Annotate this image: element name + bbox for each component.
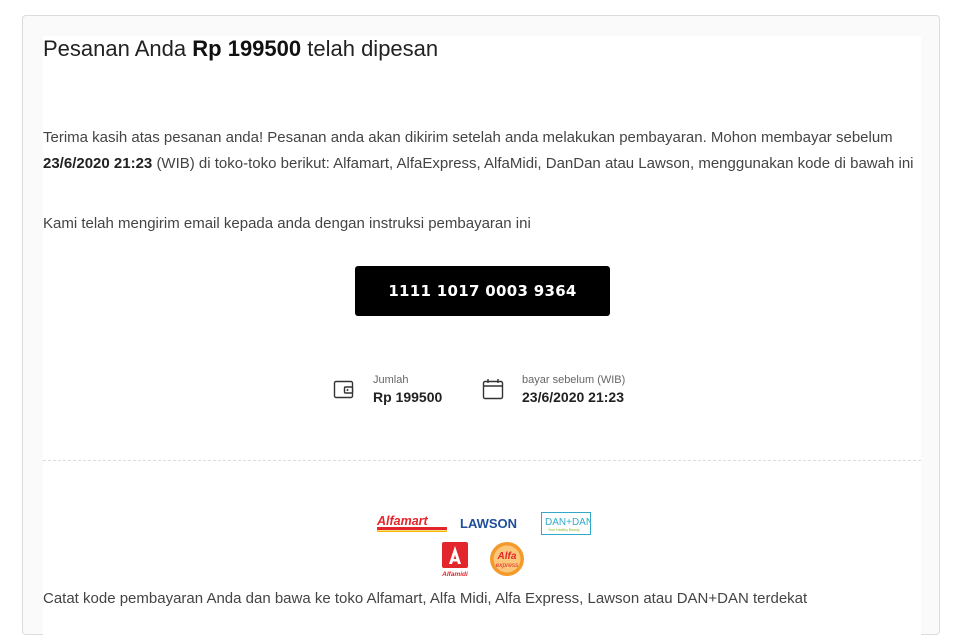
svg-text:Alfamidi: Alfamidi [441,571,468,578]
svg-text:express: express [496,562,520,569]
svg-text:DAN+DAN: DAN+DAN [545,517,590,528]
page-title: Pesanan Anda Rp 199500 telah dipesan [43,36,438,62]
svg-text:Alfa: Alfa [497,551,517,562]
payment-code-box[interactable]: 1111 1017 0003 9364 [355,266,610,316]
svg-text:Alfamart: Alfamart [376,514,429,528]
amount-summary: Jumlah Rp 199500 [333,374,463,408]
payment-instructions: Terima kasih atas pesanan anda! Pesanan … [43,125,921,177]
alfa-express-logo: Alfa express [489,540,525,578]
amount-label: Jumlah [373,374,409,386]
instructions-deadline: 23/6/2020 21:23 [43,155,153,172]
email-note: Kami telah mengirim email kepada anda de… [43,215,531,232]
alfamart-logo: Alfamart [376,514,448,534]
calendar-icon [482,379,504,400]
deadline-summary: bayar sebelum (WIB) 23/6/2020 21:23 [482,374,642,408]
svg-text:Your Healthy Beauty: Your Healthy Beauty [548,528,580,532]
lawson-logo: LAWSON [459,514,531,534]
svg-text:LAWSON: LAWSON [460,516,517,531]
deadline-label: bayar sebelum (WIB) [522,374,626,386]
amount-value: Rp 199500 [373,389,443,405]
alfamidi-logo: Alfamidi [440,541,470,579]
dandan-logo: DAN+DAN Your Healthy Beauty [541,512,593,535]
instructions-suffix: (WIB) di toko-toko berikut: Alfamart, Al… [156,155,914,172]
deadline-value: 23/6/2020 21:23 [522,389,624,405]
title-prefix: Pesanan Anda [43,36,187,61]
footer-note: Catat kode pembayaran Anda dan bawa ke t… [43,590,808,607]
section-divider [43,460,921,461]
payment-code[interactable]: 1111 1017 0003 9364 [388,282,576,300]
wallet-icon [333,380,354,399]
title-amount: Rp 199500 [192,36,302,61]
order-confirmation-content: Pesanan Anda Rp 199500 telah dipesan Ter… [43,36,921,636]
title-suffix: telah dipesan [307,36,439,61]
order-confirmation-card: Pesanan Anda Rp 199500 telah dipesan Ter… [22,15,940,636]
instructions-prefix: Terima kasih atas pesanan anda! Pesanan … [43,129,893,146]
